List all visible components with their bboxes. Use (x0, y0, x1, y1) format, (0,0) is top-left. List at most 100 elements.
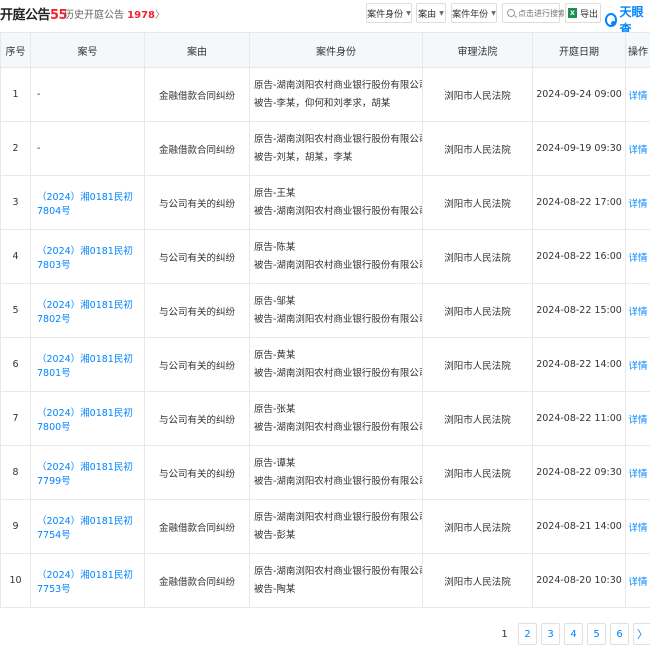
case-cause: 与公司有关的纠纷 (144, 445, 250, 500)
plaintiff: 原告-湖南浏阳农村商业银行股份有限公司 (254, 79, 423, 91)
table-row: 4 （2024）湘0181民初7803号 与公司有关的纠纷 原告-陈某 被告-湖南浏阳农… (0, 229, 650, 284)
column-header: 序号 (0, 32, 31, 68)
detail-link[interactable]: 详情 (625, 283, 650, 338)
plaintiff: 原告-湖南浏阳农村商业银行股份有限公司 (254, 511, 423, 523)
plaintiff: 原告-湖南浏阳农村商业银行股份有限公司 (254, 565, 423, 577)
export-button[interactable]: X 导出 (565, 3, 601, 23)
pagination: 1 2 3 4 5 6 〉 (495, 623, 650, 645)
case-number[interactable]: （2024）湘0181民初7803号 (30, 229, 145, 284)
page-button-5[interactable]: 5 (587, 623, 606, 645)
hearing-date: 2024-08-22 14:00 (532, 337, 626, 392)
defendant: 被告-湖南浏阳农村商业银行股份有限公司 (254, 205, 423, 217)
row-number: 3 (0, 175, 31, 230)
year-filter[interactable]: 案件年份 ▼ (451, 3, 497, 23)
history-label: 历史开庭公告 (64, 10, 124, 21)
year-label: 案件年份 (452, 9, 489, 20)
plaintiff: 原告-王某 (254, 187, 296, 199)
table-row: 3 （2024）湘0181民初7804号 与公司有关的纠纷 原告-王某被告-湖南浏阳农… (0, 175, 650, 230)
detail-link[interactable]: 详情 (625, 391, 650, 446)
row-number: 7 (0, 391, 31, 446)
detail-link[interactable]: 详情 (625, 229, 650, 284)
case-number[interactable]: （2024）湘0181民初7799号 (30, 445, 145, 500)
defendant: 被告-湖南浏阳农村商业银行股份有限公司 (254, 313, 423, 325)
hearing-date: 2024-08-22 09:30 (532, 445, 626, 500)
defendant: 被告-湖南浏阳农村商业银行股份有限公司 (254, 475, 423, 487)
page-button-2[interactable]: 2 (518, 623, 537, 645)
case-cause: 与公司有关的纠纷 (144, 337, 250, 392)
defendant: 被告-陶某 (254, 583, 296, 595)
case-number[interactable]: （2024）湘0181民初7804号 (30, 175, 145, 230)
court: 浏阳市人民法院 (422, 121, 533, 176)
hearing-table: 序号 案号 案由 案件身份 审理法院 开庭日期 操作 1- 金融借款合同纠纷 原告-湖南浏阳农村… (0, 32, 650, 608)
column-header: 案号 (30, 32, 145, 68)
case-cause: 与公司有关的纠纷 (144, 283, 250, 338)
case-parties: 原告-邹某 被告-湖南浏阳农村商业银行股份有限公司 (249, 283, 423, 338)
defendant: 被告-李某，仰何和刘孝求，胡某 (254, 97, 391, 109)
defendant: 被告-湖南浏阳农村商业银行股份有限公司 (254, 259, 423, 271)
case-role-filter[interactable]: 案件身份 ▼ (366, 3, 412, 23)
chevron-right-icon: 〉 (155, 10, 166, 21)
court: 浏阳市人民法院 (422, 337, 533, 392)
court: 浏阳市人民法院 (422, 229, 533, 284)
table-row: 5 （2024）湘0181民初7802号 与公司有关的纠纷 原告-邹某 被告-湖南浏阳农… (0, 283, 650, 338)
page-button-4[interactable]: 4 (564, 623, 583, 645)
plaintiff: 原告-陈某 (254, 241, 296, 253)
row-number: 4 (0, 229, 31, 284)
case-parties: 原告-张某 被告-湖南浏阳农村商业银行股份有限公司 (249, 391, 423, 446)
excel-icon: X (567, 8, 577, 18)
detail-link[interactable]: 详情 (625, 445, 650, 500)
case-cause: 金融借款合同纠纷 (144, 67, 250, 122)
hearing-date: 2024-08-20 10:30 (532, 553, 626, 608)
table-row: 6 （2024）湘0181民初7801号 与公司有关的纠纷 原告-黄某 被告-湖南浏阳农… (0, 337, 650, 392)
column-header: 案由 (144, 32, 250, 68)
detail-link[interactable]: 详情 (625, 121, 650, 176)
table-row: 9 （2024）湘0181民初7754号 金融借款合同纠纷 原告-湖南浏阳农村商业银行… (0, 499, 650, 554)
case-number: - (30, 67, 145, 122)
title-text: 开庭公告 (0, 8, 51, 23)
search-input[interactable] (518, 8, 564, 18)
case-parties: 原告-陈某被告-湖南浏阳农村商业银行股份有限公司 (249, 229, 423, 284)
caret-down-icon: ▼ (439, 9, 444, 17)
detail-link[interactable]: 详情 (625, 337, 650, 392)
court: 浏阳市人民法院 (422, 175, 533, 230)
case-number: - (30, 121, 145, 176)
plaintiff: 原告-湖南浏阳农村商业银行股份有限公司 (254, 133, 423, 145)
court: 浏阳市人民法院 (422, 391, 533, 446)
defendant: 被告-彭某 (254, 529, 296, 541)
detail-link[interactable]: 详情 (625, 553, 650, 608)
page-button-6[interactable]: 6 (610, 623, 629, 645)
case-number[interactable]: （2024）湘0181民初7753号 (30, 553, 145, 608)
row-number: 10 (0, 553, 31, 608)
case-number[interactable]: （2024）湘0181民初7801号 (30, 337, 145, 392)
hearing-date: 2024-08-21 14:00 (532, 499, 626, 554)
detail-link[interactable]: 详情 (625, 67, 650, 122)
table-row: 7 （2024）湘0181民初7800号 与公司有关的纠纷 原告-张某 被告-湖南浏阳农… (0, 391, 650, 446)
case-number[interactable]: （2024）湘0181民初7802号 (30, 283, 145, 338)
plaintiff: 原告-谭某 (254, 457, 296, 469)
row-number: 9 (0, 499, 31, 554)
case-number[interactable]: （2024）湘0181民初7754号 (30, 499, 145, 554)
row-number: 2 (0, 121, 31, 176)
search-icon (507, 9, 515, 17)
page-button-3[interactable]: 3 (541, 623, 560, 645)
case-cause: 金融借款合同纠纷 (144, 553, 250, 608)
defendant: 被告-刘某，胡某，李某 (254, 151, 353, 163)
court: 浏阳市人民法院 (422, 553, 533, 608)
history-link[interactable]: 历史开庭公告 1978〉 (64, 6, 165, 21)
case-cause: 与公司有关的纠纷 (144, 175, 250, 230)
plaintiff: 原告-张某 (254, 403, 296, 415)
column-header: 审理法院 (422, 32, 533, 68)
table-row: 8 （2024）湘0181民初7799号 与公司有关的纠纷 原告-谭某 被告-湖南浏阳农… (0, 445, 650, 500)
detail-link[interactable]: 详情 (625, 499, 650, 554)
cause-filter[interactable]: 案由 ▼ (416, 3, 446, 23)
search-box[interactable] (502, 3, 564, 23)
detail-link[interactable]: 详情 (625, 175, 650, 230)
next-page-icon[interactable]: 〉 (633, 623, 650, 645)
header-bar: 开庭公告55 历史开庭公告 1978〉 案件身份▼ 案由▼ 案件年份▼ X 导出… (0, 0, 650, 36)
case-parties: 原告-湖南浏阳农村商业银行股份有限公司 被告-陶某 (249, 553, 423, 608)
page-button-1[interactable]: 1 (495, 623, 514, 645)
case-number[interactable]: （2024）湘0181民初7800号 (30, 391, 145, 446)
row-number: 1 (0, 67, 31, 122)
row-number: 5 (0, 283, 31, 338)
defendant: 被告-湖南浏阳农村商业银行股份有限公司 (254, 367, 423, 379)
